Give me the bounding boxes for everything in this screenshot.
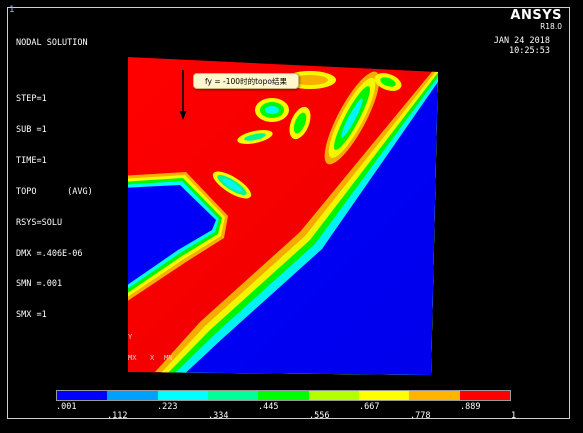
legend-band-3	[157, 391, 208, 400]
legend-band-5	[258, 391, 309, 400]
legend-label-lower-2: .223	[157, 402, 178, 412]
triad-mx-label: MX	[128, 354, 137, 362]
legend-band-6	[308, 391, 359, 400]
legend-band-1	[57, 391, 108, 400]
legend-label-upper-2: .334	[208, 411, 229, 421]
triad-mn-label: MN	[164, 354, 172, 362]
legend-label-lower-5: .889	[460, 402, 481, 412]
legend-label-upper-3: .556	[309, 411, 330, 421]
legend-label-lower-1: .001	[56, 402, 77, 412]
legend-label-lower-4: .667	[359, 402, 380, 412]
legend-label-upper-1: .112	[107, 411, 128, 421]
legend-band-8	[409, 391, 460, 400]
contour-plot[interactable]: Y MX X MN	[0, 0, 583, 433]
legend-band-4	[207, 391, 259, 400]
legend-band-9	[459, 391, 510, 400]
annotation-callout[interactable]: fy = -100时的topo结果	[193, 73, 299, 89]
legend-band-7	[358, 391, 410, 400]
legend-label-lower-3: .445	[258, 402, 279, 412]
contour-field	[128, 57, 438, 375]
legend-band-2	[107, 391, 158, 400]
legend-label-upper-4: .778	[410, 411, 431, 421]
contour-legend-bar	[56, 390, 511, 401]
legend-label-upper-5: 1	[511, 411, 517, 421]
